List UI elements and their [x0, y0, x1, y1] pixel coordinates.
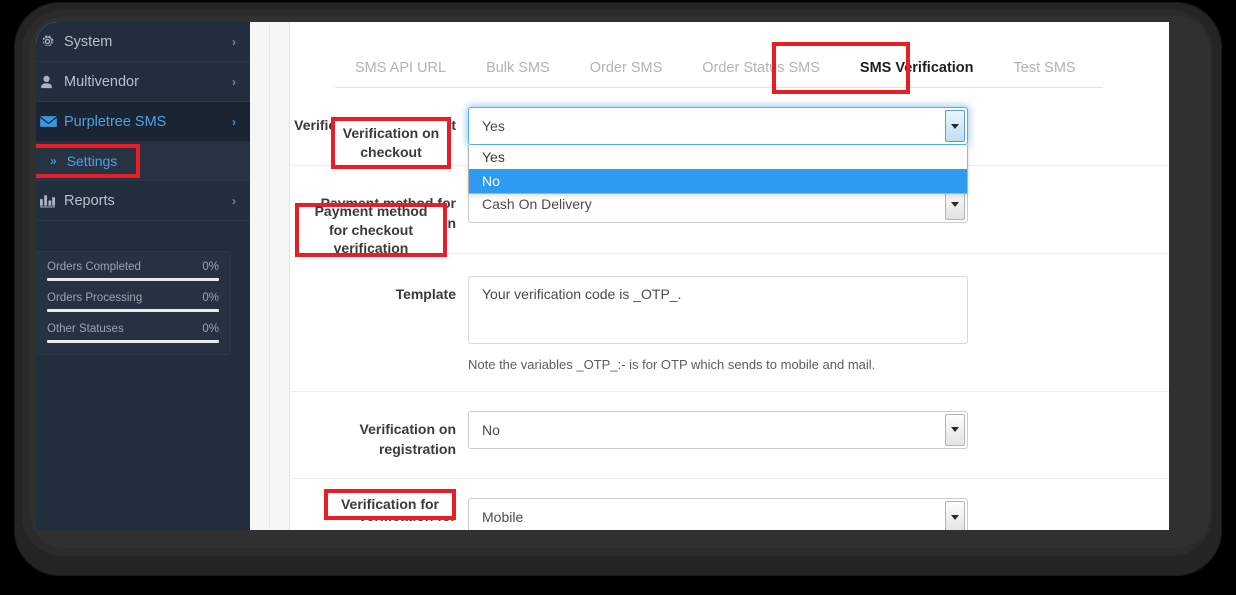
annotation-box-verification-for: Verification for	[324, 489, 456, 520]
template-help-text: Note the variables _OTP_:- is for OTP wh…	[468, 356, 876, 372]
bar-chart-icon	[40, 194, 64, 208]
annotation-label: Verification on checkout	[342, 125, 440, 160]
envelope-icon	[40, 115, 64, 128]
stat-label: Orders Completed	[47, 261, 141, 273]
select-value: Cash On Delivery	[482, 196, 592, 212]
content-gutter	[250, 22, 290, 530]
chevron-right-icon: ›	[232, 114, 236, 129]
tab-order-sms[interactable]: Order SMS	[570, 60, 683, 88]
dropdown-option-yes[interactable]: Yes	[469, 145, 967, 169]
gutter-divider	[269, 22, 270, 530]
select-verification-for[interactable]: Mobile	[468, 498, 968, 530]
sidebar-item-label: System	[64, 33, 113, 50]
chevron-down-icon[interactable]	[945, 110, 965, 142]
sidebar-item-purpletree-sms[interactable]: Purpletree SMS ›	[36, 102, 250, 142]
tab-test-sms[interactable]: Test SMS	[994, 60, 1096, 88]
chevron-right-icon: ›	[232, 34, 236, 49]
progress-bar	[47, 278, 219, 281]
stat-value: 0%	[202, 323, 219, 335]
stat-value: 0%	[202, 292, 219, 304]
select-value: Yes	[482, 118, 505, 134]
sidebar-item-label: Reports	[64, 192, 115, 209]
settings-panel: SMS API URL Bulk SMS Order SMS Order Sta…	[291, 26, 1169, 530]
chevron-down-icon[interactable]	[945, 413, 965, 446]
sidebar-item-label: Multivendor	[64, 73, 139, 90]
template-textarea[interactable]	[468, 275, 968, 344]
tab-bar: SMS API URL Bulk SMS Order SMS Order Sta…	[291, 26, 1169, 88]
annotation-label: Payment method for checkout verification	[314, 202, 428, 257]
dropdown-option-no[interactable]: No	[469, 169, 967, 193]
progress-bar	[47, 340, 219, 343]
sidebar-item-label: Settings	[66, 153, 118, 169]
form-row-verification-on-registration: Verification on registration No	[291, 392, 1169, 480]
tab-sms-verification[interactable]: SMS Verification	[840, 60, 994, 88]
label-verification-on-registration: Verification on registration	[359, 420, 456, 457]
chevron-right-icon: ›	[232, 74, 236, 89]
tab-sms-api-url[interactable]: SMS API URL	[335, 60, 466, 88]
select-value: Mobile	[482, 509, 524, 526]
stat-orders-processing: Orders Processing 0%	[47, 292, 219, 312]
select-verification-on-registration[interactable]: No	[468, 410, 968, 449]
tab-order-status-sms[interactable]: Order Status SMS	[682, 60, 840, 88]
chevron-right-icon: ›	[232, 193, 236, 208]
app-viewport: System › Multivendor › Purpletree SMS › …	[36, 22, 1169, 530]
stat-other-statuses: Other Statuses 0%	[47, 323, 219, 343]
annotation-label: Verification for	[340, 496, 440, 513]
user-icon	[40, 75, 64, 89]
select-value: No	[482, 421, 500, 438]
sidebar-item-settings[interactable]: » Settings	[36, 142, 250, 181]
label-template: Template	[395, 285, 456, 302]
stat-label: Orders Processing	[47, 292, 143, 304]
sidebar-item-multivendor[interactable]: Multivendor ›	[36, 62, 250, 102]
stat-value: 0%	[202, 261, 219, 273]
double-chevron-right-icon: »	[50, 154, 57, 168]
annotation-box-verification-on-checkout: Verification on checkout	[331, 117, 451, 169]
stat-orders-completed: Orders Completed 0%	[47, 261, 219, 281]
sidebar-item-reports[interactable]: Reports ›	[36, 181, 250, 221]
sidebar-item-system[interactable]: System ›	[36, 22, 250, 62]
stat-label: Other Statuses	[47, 323, 124, 335]
sidebar-item-label: Purpletree SMS	[64, 113, 167, 130]
sidebar-stats-card: Orders Completed 0% Orders Processing 0%…	[36, 251, 231, 355]
chevron-down-icon[interactable]	[945, 501, 965, 530]
progress-bar	[47, 309, 219, 312]
gear-icon	[40, 34, 64, 49]
tab-bulk-sms[interactable]: Bulk SMS	[466, 60, 570, 88]
select-verification-on-checkout[interactable]: Yes	[468, 107, 968, 145]
annotation-box-payment-method: Payment method for checkout verification	[295, 203, 447, 257]
form-row-template: Template Note the variables _OTP_:- is f…	[291, 254, 1169, 392]
app-root: System › Multivendor › Purpletree SMS › …	[36, 22, 1169, 530]
dropdown-options-verification-on-checkout[interactable]: Yes No	[468, 145, 968, 194]
sidebar: System › Multivendor › Purpletree SMS › …	[36, 22, 250, 530]
